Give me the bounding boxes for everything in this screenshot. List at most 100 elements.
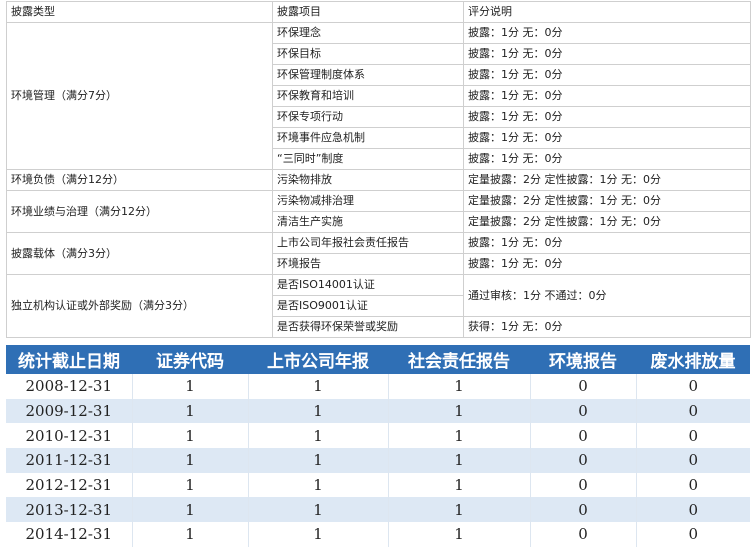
table-cell: 1 bbox=[247, 448, 388, 473]
disclosure-type-cell: 独立机构认证或外部奖励（满分3分） bbox=[6, 274, 273, 338]
table-cell: 1 bbox=[131, 497, 248, 523]
disclosure-scoring-table: 披露类型 披露项目 评分说明 环境管理（满分7分） 环保理念 披露：1分 无：0分 环保目标… bbox=[6, 1, 751, 338]
disclosure-item-cell: 是否获得环保荣誉或奖励 bbox=[272, 316, 464, 338]
table-cell: 0 bbox=[529, 374, 636, 399]
table-row: 环境负债（满分12分） 污染物排放 定量披露：2分 定性披露：1分 无：0分 bbox=[6, 169, 751, 191]
table-row: 2013-12-31 1 1 1 0 0 bbox=[6, 497, 750, 523]
scoring-rule-cell: 披露：1分 无：0分 bbox=[463, 232, 751, 254]
disclosure-item-cell: 是否ISO14001认证 bbox=[272, 274, 464, 296]
table-cell: 2013-12-31 bbox=[6, 497, 132, 523]
table-cell: 0 bbox=[529, 497, 636, 523]
disclosure-item-cell: 环保专项行动 bbox=[272, 106, 464, 128]
table-cell: 1 bbox=[131, 472, 248, 498]
table-cell: 2014-12-31 bbox=[6, 522, 132, 547]
table-cell: 1 bbox=[131, 522, 248, 547]
table-cell: 0 bbox=[635, 472, 750, 498]
table-cell: 2012-12-31 bbox=[6, 472, 132, 498]
column-header: 上市公司年报 bbox=[248, 345, 388, 374]
disclosure-item-cell: 环境事件应急机制 bbox=[272, 127, 464, 149]
table-cell: 0 bbox=[529, 398, 636, 424]
column-header: 统计截止日期 bbox=[6, 345, 132, 374]
table-cell: 2008-12-31 bbox=[6, 374, 132, 399]
table-row: 2011-12-31 1 1 1 0 0 bbox=[6, 448, 750, 473]
table-cell: 1 bbox=[131, 374, 248, 399]
disclosure-type-cell: 环境业绩与治理（满分12分） bbox=[6, 190, 273, 233]
table-cell: 0 bbox=[635, 374, 750, 399]
table-cell: 1 bbox=[131, 423, 248, 449]
scoring-rule-cell: 披露：1分 无：0分 bbox=[463, 106, 751, 128]
table-cell: 0 bbox=[529, 522, 636, 547]
table-cell: 2011-12-31 bbox=[6, 448, 132, 473]
disclosure-item-cell: 环保目标 bbox=[272, 43, 464, 65]
disclosure-item-cell: 污染物排放 bbox=[272, 169, 464, 191]
disclosure-type-cell: 环境管理（满分7分） bbox=[6, 22, 273, 170]
disclosure-item-cell: 环保管理制度体系 bbox=[272, 64, 464, 86]
scoring-rule-cell: 披露：1分 无：0分 bbox=[463, 253, 751, 275]
table-cell: 0 bbox=[529, 472, 636, 498]
table-cell: 0 bbox=[635, 497, 750, 523]
table-cell: 1 bbox=[131, 448, 248, 473]
column-header: 环境报告 bbox=[530, 345, 636, 374]
table-cell: 1 bbox=[247, 423, 388, 449]
scoring-rule-cell: 获得：1分 无：0分 bbox=[463, 316, 751, 338]
table-cell: 1 bbox=[247, 472, 388, 498]
column-header: 证券代码 bbox=[132, 345, 248, 374]
disclosure-item-cell: 环保教育和培训 bbox=[272, 85, 464, 107]
table-cell: 0 bbox=[635, 522, 750, 547]
table-row: 2012-12-31 1 1 1 0 0 bbox=[6, 472, 750, 498]
table-cell: 1 bbox=[247, 522, 388, 547]
table-row: 2008-12-31 1 1 1 0 0 bbox=[6, 374, 750, 399]
table-row: 披露载体（满分3分） 上市公司年报社会责任报告 披露：1分 无：0分 bbox=[6, 232, 751, 275]
table-cell: 2010-12-31 bbox=[6, 423, 132, 449]
scoring-rule-cell: 披露：1分 无：0分 bbox=[463, 43, 751, 65]
disclosure-item-cell: 污染物减排治理 bbox=[272, 190, 464, 212]
disclosure-item-cell: 环境报告 bbox=[272, 253, 464, 275]
column-header: 评分说明 bbox=[463, 1, 751, 23]
column-header: 披露项目 bbox=[272, 1, 464, 23]
disclosure-item-cell: 上市公司年报社会责任报告 bbox=[272, 232, 464, 254]
table-cell: 1 bbox=[387, 497, 530, 523]
scoring-rule-cell: 披露：1分 无：0分 bbox=[463, 127, 751, 149]
table-cell: 1 bbox=[387, 374, 530, 399]
table-row: 环境管理（满分7分） 环保理念 披露：1分 无：0分 bbox=[6, 22, 751, 170]
table-row: 2014-12-31 1 1 1 0 0 bbox=[6, 522, 750, 547]
disclosure-type-cell: 披露载体（满分3分） bbox=[6, 232, 273, 275]
disclosure-item-cell: 环保理念 bbox=[272, 22, 464, 44]
table-cell: 0 bbox=[635, 423, 750, 449]
scoring-rule-cell: 定量披露：2分 定性披露：1分 无：0分 bbox=[463, 190, 751, 212]
table-cell: 0 bbox=[635, 448, 750, 473]
scoring-rule-cell: 通过审核：1分 不通过：0分 bbox=[463, 274, 751, 317]
column-header: 废水排放量 bbox=[636, 345, 750, 374]
table-header-row: 统计截止日期 证券代码 上市公司年报 社会责任报告 环境报告 废水排放量 bbox=[6, 345, 750, 374]
disclosure-type-cell: 环境负债（满分12分） bbox=[6, 169, 273, 191]
scoring-rule-cell: 披露：1分 无：0分 bbox=[463, 22, 751, 44]
disclosure-item-cell: 清洁生产实施 bbox=[272, 211, 464, 233]
environmental-data-table: 统计截止日期 证券代码 上市公司年报 社会责任报告 环境报告 废水排放量 2008-12-… bbox=[6, 345, 750, 547]
table-row: 2009-12-31 1 1 1 0 0 bbox=[6, 398, 750, 424]
disclosure-item-cell: “三同时”制度 bbox=[272, 148, 464, 170]
table-cell: 1 bbox=[387, 448, 530, 473]
table-header-row: 披露类型 披露项目 评分说明 bbox=[6, 1, 751, 23]
scoring-rule-cell: 披露：1分 无：0分 bbox=[463, 85, 751, 107]
table-cell: 0 bbox=[635, 398, 750, 424]
table-cell: 1 bbox=[131, 398, 248, 424]
table-cell: 1 bbox=[247, 374, 388, 399]
scoring-rule-cell: 定量披露：2分 定性披露：1分 无：0分 bbox=[463, 211, 751, 233]
table-cell: 0 bbox=[529, 448, 636, 473]
table-cell: 1 bbox=[387, 522, 530, 547]
table-cell: 0 bbox=[529, 423, 636, 449]
column-header: 社会责任报告 bbox=[388, 345, 530, 374]
scoring-rule-cell: 定量披露：2分 定性披露：1分 无：0分 bbox=[463, 169, 751, 191]
table-cell: 1 bbox=[247, 398, 388, 424]
table-cell: 1 bbox=[387, 423, 530, 449]
table-row: 环境业绩与治理（满分12分） 污染物减排治理 定量披露：2分 定性披露：1分 无：0… bbox=[6, 190, 751, 233]
table-cell: 1 bbox=[387, 398, 530, 424]
scoring-rule-cell: 披露：1分 无：0分 bbox=[463, 64, 751, 86]
table-cell: 1 bbox=[387, 472, 530, 498]
column-header: 披露类型 bbox=[6, 1, 273, 23]
table-row: 独立机构认证或外部奖励（满分3分） 是否ISO14001认证 通过审核：1分 不通过… bbox=[6, 274, 751, 338]
table-cell: 1 bbox=[247, 497, 388, 523]
scoring-rule-cell: 披露：1分 无：0分 bbox=[463, 148, 751, 170]
table-row: 2010-12-31 1 1 1 0 0 bbox=[6, 423, 750, 449]
disclosure-item-cell: 是否ISO9001认证 bbox=[272, 295, 464, 317]
